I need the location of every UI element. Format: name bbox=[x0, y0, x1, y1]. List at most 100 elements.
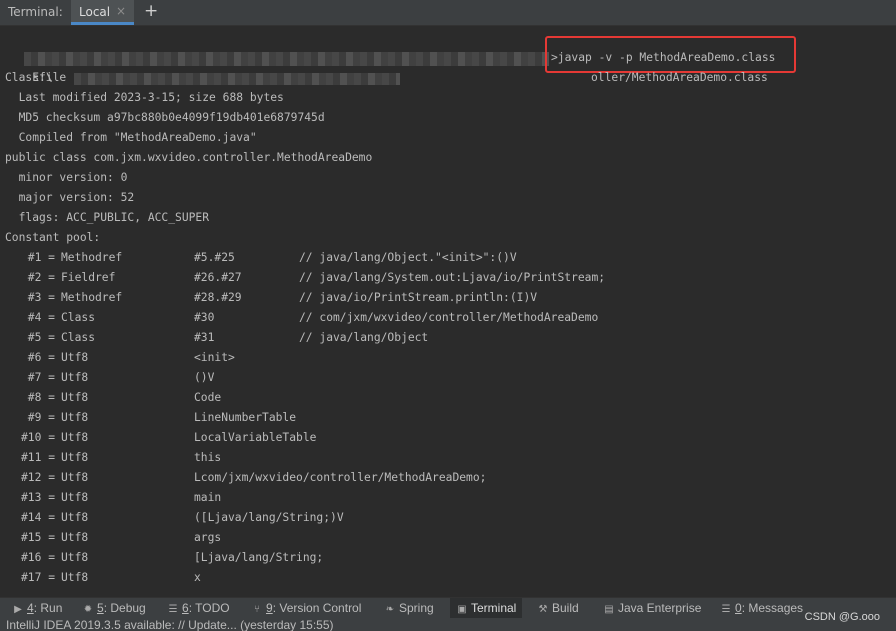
pool-entry-type: Class bbox=[61, 331, 96, 344]
pool-entry-value: #30 bbox=[194, 311, 215, 324]
pool-entry-type: Class bbox=[61, 311, 96, 324]
pool-entry-type: Utf8 bbox=[61, 451, 89, 464]
pool-entry-type: Utf8 bbox=[61, 531, 89, 544]
tool-window-label: Build bbox=[552, 601, 579, 615]
spring-leaf-icon: ❧ bbox=[385, 604, 395, 615]
pool-entry-number: #5 = bbox=[27, 331, 55, 344]
md5-line: MD5 checksum a97bc880b0e4099f19db401e687… bbox=[5, 111, 325, 124]
pool-entry-value: ([Ljava/lang/String;)V bbox=[194, 511, 344, 524]
tool-window-messages[interactable]: ☰ 0: Messages bbox=[720, 598, 804, 618]
pool-entry-number: #6 = bbox=[27, 351, 55, 364]
pool-entry-value: main bbox=[194, 491, 222, 504]
pool-entry-type: Utf8 bbox=[61, 431, 89, 444]
close-tab-icon[interactable]: × bbox=[116, 4, 126, 18]
tool-window-label: : TODO bbox=[188, 601, 230, 615]
pool-entry-value: Lcom/jxm/wxvideo/controller/MethodAreaDe… bbox=[194, 471, 487, 484]
pool-entry-number: #16 = bbox=[20, 551, 55, 564]
terminal-output[interactable]: E:\ >javap -v -p MethodAreaDemo.class Cl… bbox=[0, 26, 896, 596]
class-declaration-line: public class com.jxm.wxvideo.controller.… bbox=[5, 151, 373, 164]
pool-entry-type: Utf8 bbox=[61, 571, 89, 584]
pool-entry-number: #3 = bbox=[27, 291, 55, 304]
pool-entry-type: Utf8 bbox=[61, 411, 89, 424]
pool-entry-type: Fieldref bbox=[61, 271, 116, 284]
tool-window-label: : Messages bbox=[741, 601, 804, 615]
tool-window-spring[interactable]: ❧ Spring bbox=[384, 598, 434, 618]
pool-entry-type: Utf8 bbox=[61, 391, 89, 404]
tool-window-shortcut: 9 bbox=[266, 601, 273, 615]
pool-entry-number: #8 = bbox=[27, 391, 55, 404]
pool-entry-number: #1 = bbox=[27, 251, 55, 264]
compiled-from-line: Compiled from "MethodAreaDemo.java" bbox=[5, 131, 257, 144]
tool-window-shortcut: 4 bbox=[27, 601, 34, 615]
tab-local[interactable]: Local × bbox=[71, 0, 134, 25]
pool-entry-value: this bbox=[194, 451, 222, 464]
terminal-panel-title: Terminal: bbox=[8, 5, 63, 19]
pool-entry-type: Utf8 bbox=[61, 471, 89, 484]
major-version-line: major version: 52 bbox=[5, 191, 135, 204]
constant-pool-row: #4 = Class #30 // com/jxm/wxvideo/controlle… bbox=[0, 308, 896, 328]
pool-entry-value: Code bbox=[194, 391, 222, 404]
status-bar: IntelliJ IDEA 2019.3.5 available: // Upd… bbox=[0, 618, 896, 631]
constant-pool-row: #7 = Utf8 ()V bbox=[0, 368, 896, 388]
pool-entry-comment: // java/lang/Object."<init>":()V bbox=[299, 251, 517, 264]
tool-window-build[interactable]: ⚒ Build bbox=[537, 598, 579, 618]
pool-entry-number: #14 = bbox=[20, 511, 55, 524]
status-message[interactable]: IntelliJ IDEA 2019.3.5 available: // Upd… bbox=[6, 618, 334, 631]
tool-window-debug[interactable]: ✹ 5: Debug bbox=[82, 598, 146, 618]
new-session-plus-icon[interactable]: + bbox=[144, 1, 158, 21]
constant-pool-row: #17 = Utf8 x bbox=[0, 568, 896, 588]
constant-pool-row: #8 = Utf8 Code bbox=[0, 388, 896, 408]
constant-pool-row: #2 = Fieldref #26.#27 // java/lang/System.o… bbox=[0, 268, 896, 288]
pool-entry-value: x bbox=[194, 571, 201, 584]
tool-window-java-enterprise[interactable]: ▤ Java Enterprise bbox=[603, 598, 701, 618]
pool-entry-number: #2 = bbox=[27, 271, 55, 284]
tool-window-label: Java Enterprise bbox=[618, 601, 702, 615]
run-icon: ▶ bbox=[14, 604, 22, 615]
pool-entry-type: Utf8 bbox=[61, 511, 89, 524]
terminal-tab-bar: Terminal: Local × + bbox=[0, 0, 896, 26]
constant-pool-row: #3 = Methodref #28.#29 // java/io/PrintStre… bbox=[0, 288, 896, 308]
classfile-label: Classfile bbox=[5, 71, 67, 84]
tool-window-version-control[interactable]: ⑂ 9: Version Control bbox=[251, 598, 361, 618]
constant-pool-heading: Constant pool: bbox=[5, 231, 101, 244]
pool-entry-type: Methodref bbox=[61, 251, 123, 264]
pool-entry-value: LineNumberTable bbox=[194, 411, 297, 424]
pool-entry-number: #7 = bbox=[27, 371, 55, 384]
constant-pool-row: #11 = Utf8 this bbox=[0, 448, 896, 468]
tool-window-shortcut: 0 bbox=[735, 601, 742, 615]
tool-window-label: Terminal bbox=[471, 601, 517, 615]
pool-entry-value: #26.#27 bbox=[194, 271, 242, 284]
terminal-icon: ▣ bbox=[457, 604, 467, 615]
constant-pool-row: #13 = Utf8 main bbox=[0, 488, 896, 508]
tool-window-todo[interactable]: ☰ 6: TODO bbox=[167, 598, 230, 618]
tool-window-label: : Run bbox=[33, 601, 63, 615]
pool-entry-value: [Ljava/lang/String; bbox=[194, 551, 324, 564]
classfile-path-tail: oller/MethodAreaDemo.class bbox=[591, 71, 768, 84]
pool-entry-value: #5.#25 bbox=[194, 251, 235, 264]
tool-window-label: : Version Control bbox=[272, 601, 362, 615]
constant-pool-row: #15 = Utf8 args bbox=[0, 528, 896, 548]
minor-version-line: minor version: 0 bbox=[5, 171, 128, 184]
tool-window-bar: ▶ 4: Run ✹ 5: Debug ☰ 6: TODO ⑂ 9: Version Cont… bbox=[0, 597, 896, 618]
pool-entry-value: args bbox=[194, 531, 222, 544]
pool-entry-number: #12 = bbox=[20, 471, 55, 484]
tool-window-terminal[interactable]: ▣ Terminal bbox=[450, 598, 523, 618]
pool-entry-type: Utf8 bbox=[61, 551, 89, 564]
tool-window-label: Spring bbox=[399, 601, 434, 615]
pool-entry-type: Utf8 bbox=[61, 371, 89, 384]
constant-pool-row: #9 = Utf8 LineNumberTable bbox=[0, 408, 896, 428]
flags-line: flags: ACC_PUBLIC, ACC_SUPER bbox=[5, 211, 210, 224]
constant-pool-row: #10 = Utf8 LocalVariableTable bbox=[0, 428, 896, 448]
todo-icon: ☰ bbox=[168, 604, 178, 615]
tab-local-label: Local bbox=[79, 5, 111, 19]
tool-window-label: : Debug bbox=[103, 601, 146, 615]
pool-entry-number: #11 = bbox=[20, 451, 55, 464]
build-hammer-icon: ⚒ bbox=[538, 604, 548, 615]
tool-window-run[interactable]: ▶ 4: Run bbox=[12, 598, 62, 618]
constant-pool-row: #16 = Utf8 [Ljava/lang/String; bbox=[0, 548, 896, 568]
pool-entry-comment: // java/io/PrintStream.println:(I)V bbox=[299, 291, 538, 304]
pool-entry-comment: // java/lang/System.out:Ljava/io/PrintSt… bbox=[299, 271, 606, 284]
watermark: CSDN @G.ooo bbox=[804, 611, 880, 623]
redacted-classfile-path bbox=[74, 73, 400, 85]
tool-window-shortcut: 6 bbox=[182, 601, 189, 615]
